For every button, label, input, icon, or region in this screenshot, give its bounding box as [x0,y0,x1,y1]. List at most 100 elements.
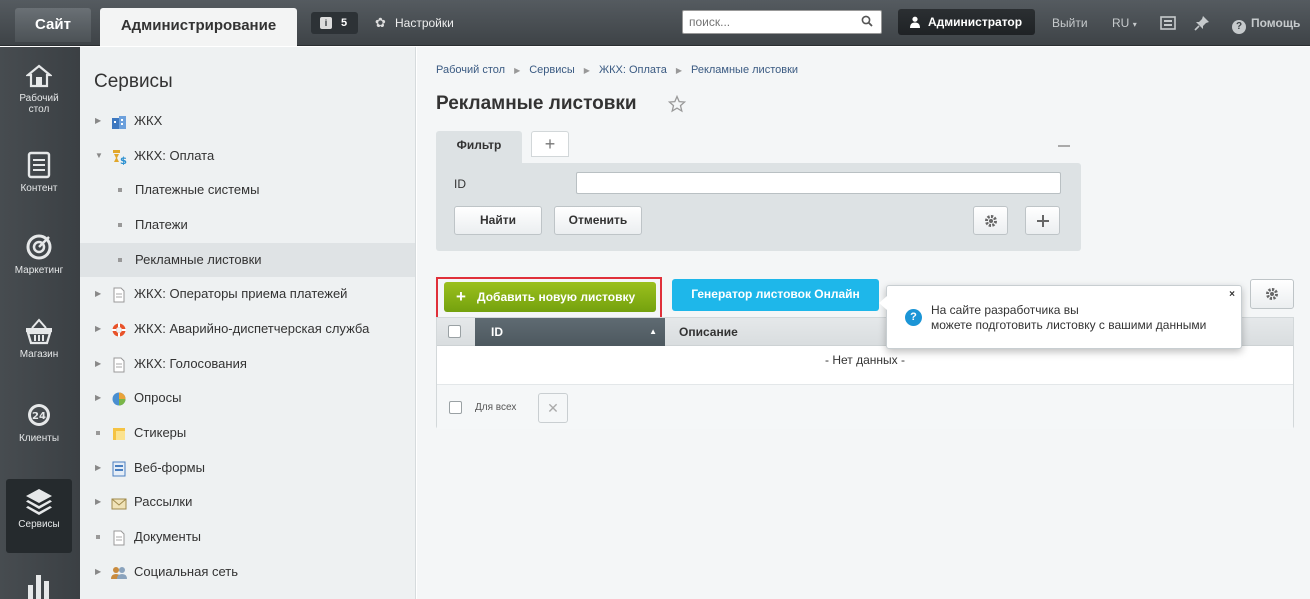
breadcrumb-item[interactable]: ЖКХ: Оплата [599,64,667,76]
rail-item-services[interactable]: Сервисы [6,479,72,553]
menu-item-payments[interactable]: Платежи [80,208,415,242]
leaflet-generator-button[interactable]: Генератор листовок Онлайн [672,279,879,311]
breadcrumb-item[interactable]: Сервисы [529,64,575,76]
search-icon[interactable] [861,15,873,27]
list-settings-button[interactable] [1250,279,1294,309]
rail-label: Магазин [19,349,59,360]
favorite-star-icon[interactable] [668,95,686,113]
rail-item-marketing[interactable]: Маркетинг [6,225,72,299]
menu-item-documents[interactable]: Документы [80,520,415,554]
add-leaflet-button[interactable]: + Добавить новую листовку [444,282,656,312]
find-button[interactable]: Найти [454,206,542,235]
bullet-icon [118,258,122,262]
svg-text:24: 24 [32,411,46,422]
menu-item-webforms[interactable]: ▶ Веб-формы [80,451,415,485]
tooltip-close-button[interactable]: × [1229,289,1235,300]
expand-arrow-icon[interactable]: ▶ [95,485,103,519]
menu-item-voting[interactable]: ▶ ЖКХ: Голосования [80,347,415,381]
breadcrumb-item[interactable]: Рекламные листовки [691,64,798,76]
language-label: RU [1112,16,1130,30]
page-icon [113,287,125,303]
collapse-arrow-icon[interactable]: ▼ [95,139,103,173]
menu-item-zhkh-payment[interactable]: ▼ $ ЖКХ: Оплата [80,139,415,173]
tooltip-text: На сайте разработчика вы можете подготов… [931,303,1206,333]
menu-item-payment-systems[interactable]: Платежные системы [80,173,415,207]
developer-tooltip: ? На сайте разработчика вы можете подгот… [879,285,1242,349]
help-label: Помощь [1251,16,1301,30]
home-icon [26,64,52,88]
menu-item-payment-operators[interactable]: ▶ ЖКХ: Операторы приема платежей [80,277,415,311]
filter-settings-button[interactable] [973,206,1008,235]
menu-item-social[interactable]: ▶ Социальная сеть [80,555,415,589]
menu-item-label: ЖКХ: Голосования [134,356,247,371]
basket-icon [26,318,52,345]
notifications-button[interactable]: i 5 [311,12,358,34]
expand-arrow-icon[interactable]: ▶ [95,104,103,138]
bullet-icon [96,431,100,435]
id-label: ID [454,177,466,191]
menu-item-emergency[interactable]: ▶ ЖКХ: Аварийно-диспетчерская служба [80,312,415,346]
tooltip-line: можете подготовить листовку с вашими дан… [931,318,1207,332]
main-rail: Рабочий стол Контент Маркетинг Магазин 2… [0,47,80,599]
expand-arrow-icon[interactable]: ▶ [95,555,103,589]
add-filter-tab-button[interactable]: + [531,131,569,157]
settings-link[interactable]: ✿ Настройки [375,12,454,34]
page-icon [113,357,125,373]
user-icon [910,16,920,28]
gear-icon [984,215,997,227]
add-leaflet-label: Добавить новую листовку [477,290,636,304]
id-filter-input[interactable] [576,172,1061,194]
rail-item-analytics[interactable] [6,563,72,599]
language-select[interactable]: RU ▾ [1112,12,1137,36]
expand-arrow-icon[interactable]: ▶ [95,277,103,311]
expand-arrow-icon[interactable]: ▶ [95,347,103,381]
rail-item-shop[interactable]: Магазин [6,309,72,383]
menu-item-label: ЖКХ [134,113,163,128]
menu-item-polls[interactable]: ▶ Опросы [80,381,415,415]
select-all-checkbox[interactable] [448,325,461,338]
admin-tab[interactable]: Администрирование [100,8,297,46]
rail-item-desktop[interactable]: Рабочий стол [6,55,72,129]
filter-tab[interactable]: Фильтр [436,131,522,163]
bar-chart-icon [28,575,49,599]
user-button[interactable]: Администратор [898,9,1035,35]
expand-arrow-icon[interactable]: ▶ [95,381,103,415]
add-filter-field-button[interactable] [1025,206,1060,235]
breadcrumb: Рабочий стол ▶ Сервисы ▶ ЖКХ: Оплата ▶ Рекламн… [436,64,798,76]
target-icon [26,234,52,260]
delete-selected-button[interactable]: ✕ [538,393,568,423]
column-header-description[interactable]: Описание [679,318,738,346]
menu-item-stickers[interactable]: Стикеры [80,416,415,450]
top-bar: Сайт Администрирование i 5 ✿ Настройки Ад… [0,0,1310,46]
pin-icon[interactable] [1194,15,1210,31]
chevron-down-icon: ▾ [1132,20,1137,29]
cancel-button[interactable]: Отменить [554,206,642,235]
for-all-checkbox[interactable] [449,401,462,414]
for-all-label: Для всех [475,402,517,413]
site-tab[interactable]: Сайт [15,8,91,42]
keyboard-icon[interactable] [1160,15,1176,31]
gear-icon [1266,288,1278,300]
expand-arrow-icon[interactable]: ▶ [95,451,103,485]
form-icon [112,461,126,477]
bullet-icon [96,535,100,539]
gear-icon: ✿ [375,15,386,30]
minimize-filter-icon[interactable] [1058,145,1070,147]
bullet-icon [118,223,122,227]
rail-item-content[interactable]: Контент [6,143,72,217]
question-icon: ? [905,309,922,326]
menu-item-leaflets[interactable]: Рекламные листовки [80,243,415,277]
menu-item-zhkh[interactable]: ▶ ЖКХ [80,104,415,138]
rail-label: Рабочий [19,93,59,104]
breadcrumb-item[interactable]: Рабочий стол [436,64,505,76]
search-input[interactable] [683,11,843,33]
expand-arrow-icon[interactable]: ▶ [95,312,103,346]
logout-link[interactable]: Выйти [1052,12,1088,34]
menu-item-label: Социальная сеть [134,564,238,579]
menu-item-mailing[interactable]: ▶ Рассылки [80,485,415,519]
rail-item-clients[interactable]: 24 Клиенты [6,393,72,467]
sticker-icon [113,428,125,440]
column-header-id[interactable]: ID ▲ [475,318,665,346]
help-link[interactable]: ? Помощь [1232,12,1300,34]
envelope-icon [111,498,127,510]
